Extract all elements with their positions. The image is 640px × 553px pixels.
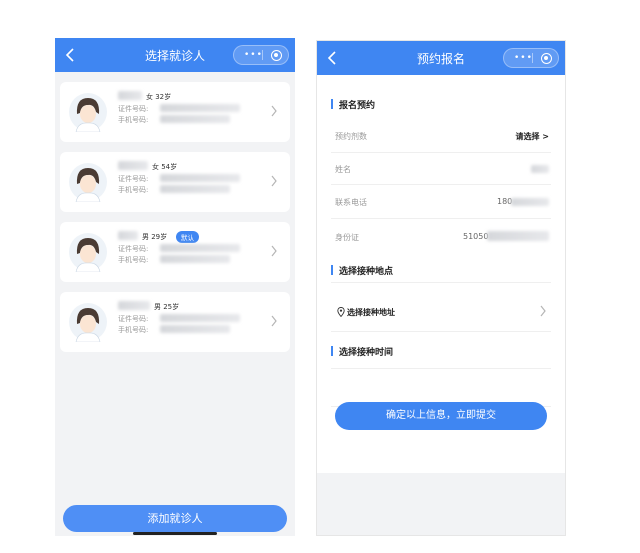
section-marker [331,265,333,275]
section-marker [331,99,333,109]
name-redacted [531,165,549,173]
phone-label: 手机号码: [118,256,149,264]
gender-age: 男 25岁 [154,303,180,311]
navbar: 预约报名 ••• [317,41,565,75]
select-location-row[interactable]: 选择接种地址 [347,307,395,318]
patient-card[interactable]: 女 54岁 证件号码: 手机号码: [60,152,290,212]
chevron-right-icon [271,245,277,257]
section-title-location: 选择接种地点 [339,267,394,277]
appointment-screen: 预约报名 ••• 报名预约 预约剂数 请选择 > 姓名 联系电话 180 身份证… [316,40,566,536]
patient-card[interactable]: 男 25岁 证件号码: 手机号码: [60,292,290,352]
id-redacted [160,314,240,322]
divider [331,331,551,332]
name-redacted [118,231,138,240]
id-label: 证件号码: [118,315,149,323]
id-card-value: 51050 [463,232,489,241]
divider [331,368,551,369]
id-redacted [160,104,240,112]
phone-redacted [160,185,230,193]
phone-label: 手机号码: [118,186,149,194]
gender-age: 女 54岁 [152,163,178,171]
target-icon[interactable] [541,53,552,64]
id-label: 证件号码: [118,175,149,183]
divider [331,282,551,283]
more-dots-icon[interactable]: ••• [244,50,263,60]
more-dots-icon[interactable]: ••• [514,53,533,63]
phone-redacted [160,115,230,123]
gender-age: 女 32岁 [146,93,172,101]
patient-card[interactable]: 女 32岁 证件号码: 手机号码: [60,82,290,142]
capsule-divider [532,53,533,63]
section-title-registration: 报名预约 [339,101,376,111]
name-redacted [118,161,148,170]
target-icon[interactable] [271,50,282,61]
id-redacted [160,174,240,182]
divider [331,218,551,219]
chevron-right-icon [271,315,277,327]
form-sheet: 报名预约 预约剂数 请选择 > 姓名 联系电话 180 身份证 51050 选择… [317,75,565,473]
name-redacted [118,301,150,310]
capsule-divider [262,50,263,60]
chevron-right-icon [540,305,546,317]
home-indicator [133,532,217,535]
chevron-right-icon [271,175,277,187]
phone-label: 手机号码: [118,326,149,334]
phone-label: 手机号码: [118,116,149,124]
name-label: 姓名 [335,165,351,174]
mini-program-capsule: ••• [233,45,289,65]
dose-count-select[interactable]: 请选择 > [516,131,550,142]
gender-age: 男 29岁 [142,233,168,241]
submit-button[interactable]: 确定以上信息，立即提交 [335,402,547,430]
name-redacted [118,91,142,100]
mini-program-capsule: ••• [503,48,559,68]
avatar [69,303,107,342]
section-title-time: 选择接种时间 [339,348,394,358]
phone-label: 联系电话 [335,198,367,207]
add-patient-button[interactable]: 添加就诊人 [63,505,287,532]
phone-redacted [160,325,230,333]
section-marker [331,346,333,356]
navbar: 选择就诊人 ••• [55,38,295,72]
phone-value: 180 [497,197,513,206]
id-card-label: 身份证 [335,233,359,242]
divider [331,152,551,153]
phone-redacted [511,198,549,206]
id-label: 证件号码: [118,105,149,113]
avatar [69,93,107,132]
id-card-redacted [487,231,549,241]
id-redacted [160,244,240,252]
dose-count-label: 预约剂数 [335,132,367,141]
avatar [69,233,107,272]
patient-card[interactable]: 男 29岁 默认 证件号码: 手机号码: [60,222,290,282]
default-badge: 默认 [176,231,199,243]
avatar [69,163,107,202]
divider [331,184,551,185]
phone-redacted [160,255,230,263]
id-label: 证件号码: [118,245,149,253]
chevron-right-icon [271,105,277,117]
patient-select-screen: 选择就诊人 ••• 女 32岁 证件号码: 手机号码: 女 54岁 证件号码: … [55,38,295,536]
location-pin-icon [337,307,345,317]
